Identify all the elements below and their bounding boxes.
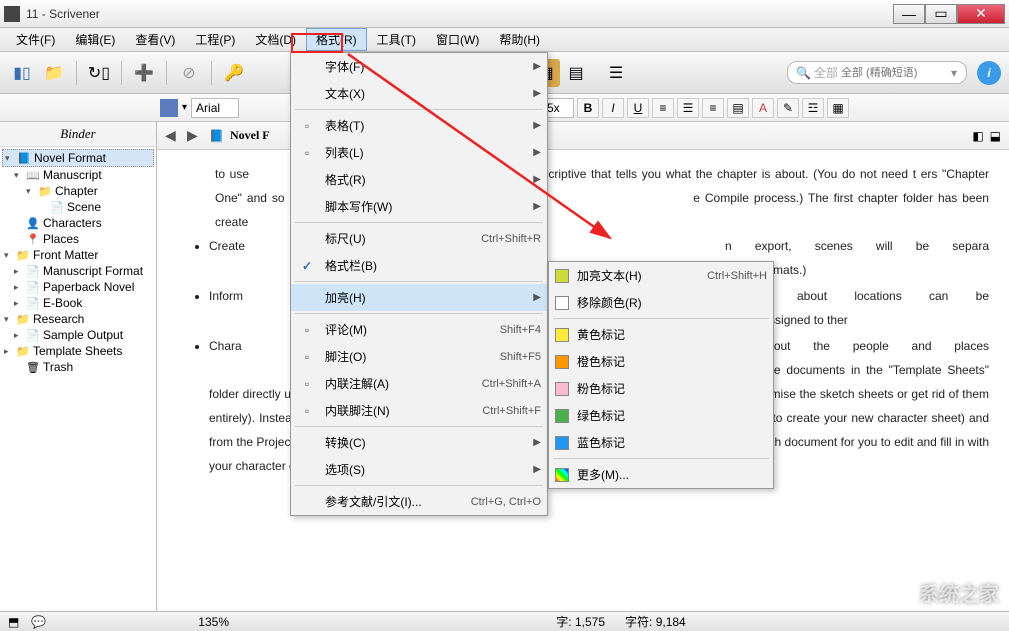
minimize-button[interactable]: — <box>893 4 925 24</box>
menu-item[interactable]: ▫脚注(O)Shift+F5 <box>291 343 547 370</box>
highlight-option[interactable]: 加亮文本(H)Ctrl+Shift+H <box>549 262 773 289</box>
highlight-color-icon[interactable]: ✎ <box>777 98 799 118</box>
list-icon[interactable]: ☲ <box>802 98 824 118</box>
menu-item[interactable]: ▫列表(L)▶ <box>291 139 547 166</box>
menu-帮助(H)[interactable]: 帮助(H) <box>489 28 550 51</box>
menu-item[interactable]: 转换(C)▶ <box>291 429 547 456</box>
align-justify-icon[interactable]: ▤ <box>727 98 749 118</box>
search-dropdown-icon[interactable]: ▾ <box>951 66 957 80</box>
tree-item[interactable]: ▸📄Manuscript Format <box>2 263 154 279</box>
editor-title: Novel F <box>230 128 270 143</box>
highlight-option[interactable]: 黄色标记 <box>549 321 773 348</box>
style-picker[interactable] <box>160 99 178 117</box>
highlight-option[interactable]: 移除颜色(R) <box>549 289 773 316</box>
binder-tree: ▾📘Novel Format▾📖Manuscript▾📁Chapter📄Scen… <box>0 147 156 611</box>
add-button[interactable]: ➕ <box>130 59 158 87</box>
search-box[interactable]: 🔍 全部 ▾ <box>787 61 967 84</box>
comment-status-icon[interactable]: 💬 <box>31 615 46 629</box>
tree-item[interactable]: 📄Scene <box>2 199 154 215</box>
maximize-button[interactable]: ▭ <box>925 4 957 24</box>
tree-item[interactable]: ▾📁Chapter <box>2 183 154 199</box>
tree-item[interactable]: ▾📁Front Matter <box>2 247 154 263</box>
menu-item[interactable]: 字体(F)▶ <box>291 53 547 80</box>
menu-item[interactable]: ▫内联注解(A)Ctrl+Shift+A <box>291 370 547 397</box>
highlight-option[interactable]: 粉色标记 <box>549 375 773 402</box>
menu-item[interactable]: ▫表格(T)▶ <box>291 112 547 139</box>
search-input[interactable] <box>841 67 951 79</box>
search-scope: 全部 <box>814 64 838 81</box>
menu-item[interactable]: ▫内联脚注(N)Ctrl+Shift+F <box>291 397 547 424</box>
tree-item[interactable]: ▸📄E-Book <box>2 295 154 311</box>
italic-button[interactable]: I <box>602 98 624 118</box>
app-icon <box>4 6 20 22</box>
view-outline-icon[interactable]: ☰ <box>602 59 630 87</box>
char-count: 9,184 <box>656 615 686 629</box>
underline-button[interactable]: U <box>627 98 649 118</box>
window-title: 11 - Scrivener <box>26 7 893 21</box>
help-button[interactable]: i <box>977 61 1001 85</box>
highlight-option[interactable]: 橙色标记 <box>549 348 773 375</box>
menu-item[interactable]: 脚本写作(W)▶ <box>291 193 547 220</box>
menu-item[interactable]: ✓格式栏(B) <box>291 252 547 279</box>
nav-back-icon[interactable]: ◀ <box>165 127 181 144</box>
highlight-option[interactable]: 更多(M)... <box>549 461 773 488</box>
menu-item[interactable]: 标尺(U)Ctrl+Shift+R <box>291 225 547 252</box>
tree-item[interactable]: 👤Characters <box>2 215 154 231</box>
menu-item[interactable]: 文本(X)▶ <box>291 80 547 107</box>
tree-item[interactable]: ▸📄Paperback Novel <box>2 279 154 295</box>
tree-item[interactable]: ▾📖Manuscript <box>2 167 154 183</box>
menu-文件(F)[interactable]: 文件(F) <box>6 28 65 51</box>
menu-item[interactable]: 格式(R)▶ <box>291 166 547 193</box>
align-left-icon[interactable]: ≡ <box>652 98 674 118</box>
split-h-icon[interactable]: ◧ <box>972 129 983 143</box>
tree-item[interactable]: ▾📘Novel Format <box>2 149 154 167</box>
tree-item[interactable]: ▸📄Sample Output <box>2 327 154 343</box>
menu-工具(T)[interactable]: 工具(T) <box>367 28 426 51</box>
close-button[interactable]: ✕ <box>957 4 1005 24</box>
table-icon[interactable]: ▦ <box>827 98 849 118</box>
menu-工程(P)[interactable]: 工程(P) <box>185 28 245 51</box>
menu-编辑(E)[interactable]: 编辑(E) <box>65 28 125 51</box>
highlight-option[interactable]: 蓝色标记 <box>549 429 773 456</box>
text-color-icon[interactable]: A <box>752 98 774 118</box>
zoom-level[interactable]: 135% <box>198 615 229 629</box>
doc-icon: 📘 <box>209 129 224 143</box>
binder-panel: Binder ▾📘Novel Format▾📖Manuscript▾📁Chapt… <box>0 122 157 611</box>
format-menu-dropdown: 字体(F)▶文本(X)▶ ▫表格(T)▶▫列表(L)▶格式(R)▶脚本写作(W)▶… <box>290 52 548 516</box>
tree-item[interactable]: ▸📁Template Sheets <box>2 343 154 359</box>
bold-button[interactable]: B <box>577 98 599 118</box>
menu-item[interactable]: 选项(S)▶ <box>291 456 547 483</box>
word-count: 1,575 <box>575 615 605 629</box>
tree-item[interactable]: 📍Places <box>2 231 154 247</box>
annotation-highlight <box>291 33 343 53</box>
keywords-button[interactable]: 🔑 <box>220 59 248 87</box>
split-v-icon[interactable]: ⬓ <box>990 129 1001 143</box>
highlight-option[interactable]: 绿色标记 <box>549 402 773 429</box>
status-icon[interactable]: ⬒ <box>8 615 19 629</box>
align-center-icon[interactable]: ☰ <box>677 98 699 118</box>
statusbar: ⬒ 💬 135% 字: 1,575 字符: 9,184 <box>0 611 1009 631</box>
trash-button[interactable]: ⊘ <box>175 59 203 87</box>
tree-item[interactable]: ▾📁Research <box>2 311 154 327</box>
titlebar: 11 - Scrivener — ▭ ✕ <box>0 0 1009 28</box>
menu-item[interactable]: 参考文献/引文(I)...Ctrl+G, Ctrl+O <box>291 488 547 515</box>
nav-fwd-icon[interactable]: ▶ <box>187 127 203 144</box>
menu-item[interactable]: ▫评论(M)Shift+F4 <box>291 316 547 343</box>
menu-窗口(W)[interactable]: 窗口(W) <box>426 28 489 51</box>
menu-item[interactable]: 加亮(H)▶ <box>291 284 547 311</box>
menubar: 文件(F)编辑(E)查看(V)工程(P)文档(D)格式(R)工具(T)窗口(W)… <box>0 28 1009 52</box>
sync-icon[interactable]: ↻▯ <box>85 59 113 87</box>
tree-item[interactable]: 🗑Trash <box>2 359 154 375</box>
editor-header: ◀ ▶ 📘 Novel F ◧ ⬓ <box>157 122 1009 150</box>
binder-toggle-icon[interactable]: ▮▯ <box>8 59 36 87</box>
view-cork-icon[interactable]: ▤ <box>562 59 590 87</box>
font-select[interactable]: Arial <box>191 98 239 118</box>
highlight-submenu: 加亮文本(H)Ctrl+Shift+H移除颜色(R) 黄色标记橙色标记粉色标记绿色… <box>548 261 774 489</box>
collection-icon[interactable]: 📁 <box>40 59 68 87</box>
align-right-icon[interactable]: ≡ <box>702 98 724 118</box>
watermark: 系统之家 <box>919 578 999 607</box>
binder-header: Binder <box>0 122 156 147</box>
menu-查看(V)[interactable]: 查看(V) <box>125 28 185 51</box>
